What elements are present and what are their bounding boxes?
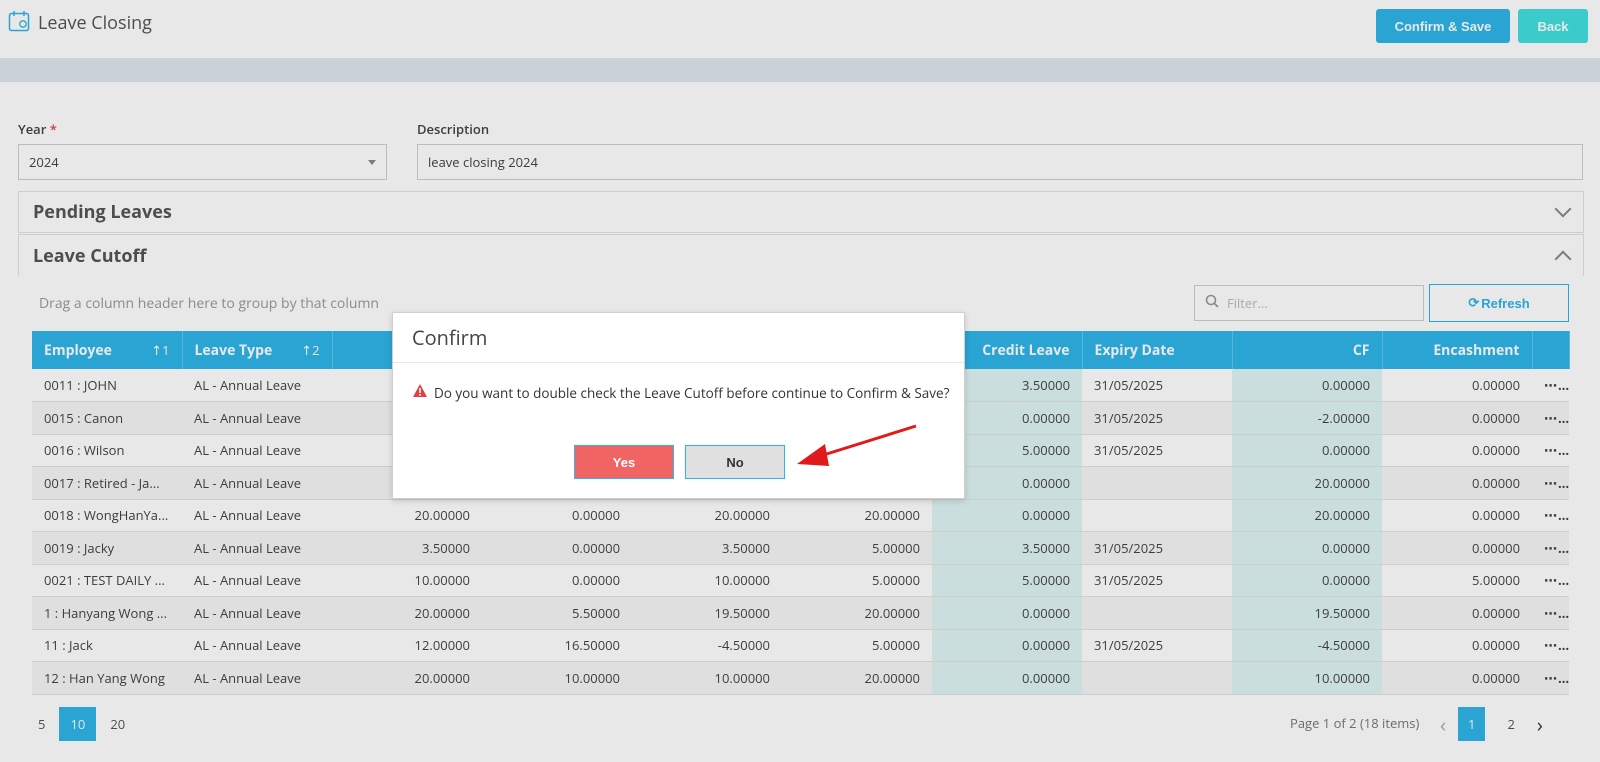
dialog-message: Do you want to double check the Leave Cu… <box>434 383 950 402</box>
dialog-title: Confirm <box>412 324 488 351</box>
no-button[interactable]: No <box>685 445 785 479</box>
confirm-dialog: Confirm Do you want to double check the … <box>392 312 965 499</box>
yes-button[interactable]: Yes <box>574 445 674 479</box>
warning-icon <box>412 383 428 402</box>
dialog-body: Do you want to double check the Leave Cu… <box>412 383 949 402</box>
dialog-header: Confirm <box>393 313 964 363</box>
annotation-arrow-icon <box>797 424 917 466</box>
